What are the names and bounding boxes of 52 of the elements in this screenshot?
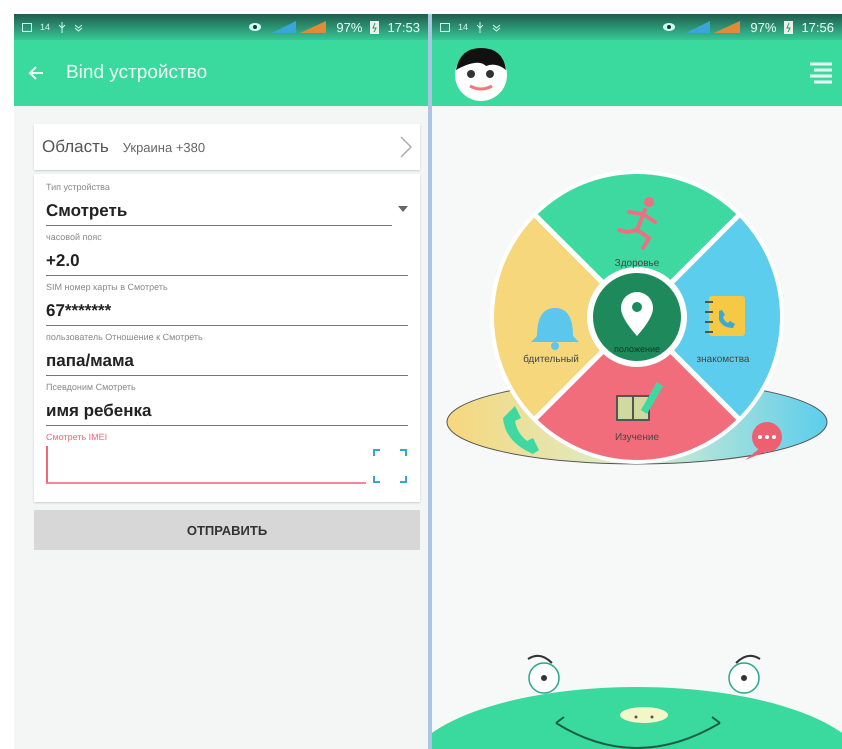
usb-icon [58, 22, 66, 32]
input-field[interactable]: +2.0 [46, 246, 408, 276]
picture-icon [440, 22, 450, 32]
dropdown-field[interactable]: Смотреть [46, 196, 392, 226]
input-field[interactable]: имя ребенка [46, 396, 408, 426]
chat-bubble-icon[interactable] [745, 422, 782, 460]
address-book-icon [704, 296, 745, 336]
phone-icon[interactable] [503, 406, 539, 454]
center-label: положение [614, 344, 660, 354]
region-selector[interactable]: Область Украина +380 [34, 124, 420, 170]
battery-percent: 97% [336, 20, 362, 34]
download-icon [74, 22, 84, 32]
clock: 17:56 [801, 20, 834, 34]
sector-label: бдительный [523, 354, 579, 365]
field-label: часовой пояс [46, 232, 103, 242]
chevron-right-icon [400, 136, 412, 158]
notification-count: 14 [40, 22, 50, 32]
clock: 17:53 [387, 20, 420, 34]
battery-icon [370, 20, 380, 34]
scan-icon[interactable] [372, 448, 408, 484]
sector-label: знакомства [696, 354, 750, 365]
screen-title: Bind устройство [66, 62, 208, 84]
field-label: пользователь Отношение к Смотреть [46, 332, 204, 342]
signal-icon [684, 20, 742, 34]
back-arrow-icon[interactable] [28, 66, 44, 80]
field-label: SIM номер карты в Смотреть [46, 282, 169, 292]
eye-icon [248, 22, 262, 32]
field-label: Смотреть IMEI [46, 432, 108, 442]
location-pin-icon [621, 292, 653, 336]
bell-icon [531, 308, 579, 350]
dropdown-caret-icon[interactable] [398, 206, 408, 212]
signal-icon [270, 20, 328, 34]
input-field[interactable]: папа/мама [46, 346, 408, 376]
region-value: Украина +380 [122, 140, 206, 154]
notification-count: 14 [458, 22, 468, 32]
sector-label: Здоровье [614, 258, 660, 269]
menu-icon[interactable] [808, 61, 834, 85]
field-label: Тип устройства [46, 182, 111, 192]
book-pencil-icon [616, 382, 663, 421]
region-label: Область [42, 137, 109, 157]
battery-icon [784, 20, 794, 34]
input-field[interactable]: 67******* [46, 296, 408, 326]
eye-icon [662, 22, 676, 32]
battery-percent: 97% [750, 20, 776, 34]
runner-icon [617, 197, 657, 250]
submit-button[interactable]: ОТПРАВИТЬ [34, 510, 420, 550]
field-label: Псевдоним Смотреть [46, 382, 137, 392]
sector-label: Изучение [614, 432, 660, 443]
input-field[interactable] [46, 446, 366, 484]
picture-icon [22, 22, 32, 32]
usb-icon [476, 22, 484, 32]
download-icon [492, 22, 502, 32]
